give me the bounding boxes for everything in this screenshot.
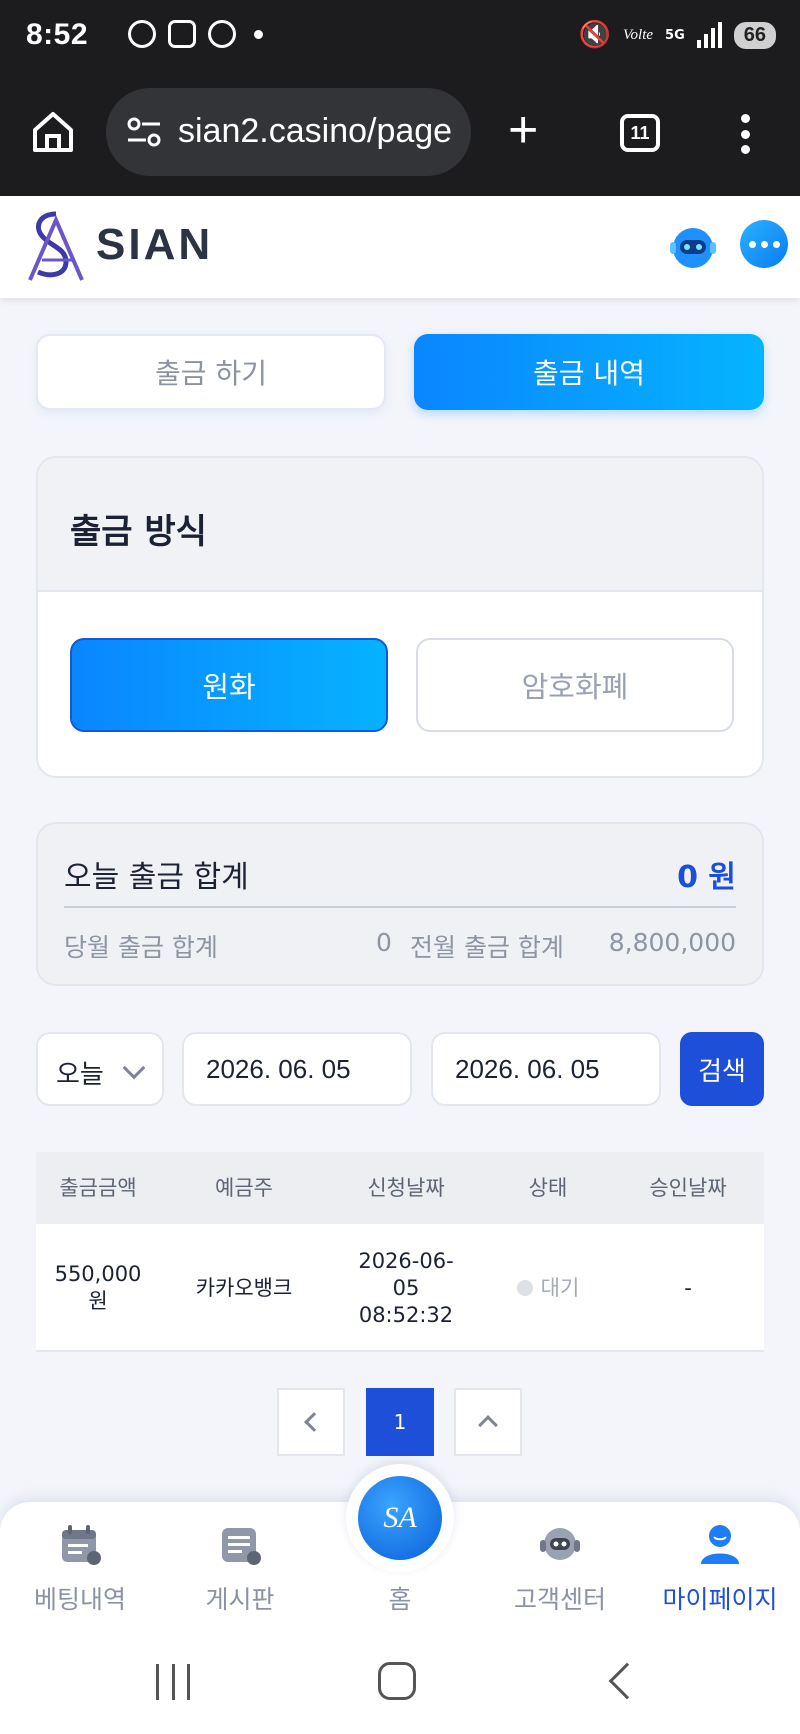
more-notifications-dot-icon [254,29,263,39]
nav-label: 베팅내역 [33,1585,126,1614]
pagination-prev-button[interactable] [277,1388,345,1456]
site-header: SIAN [0,196,800,298]
method-crypto-button[interactable]: 암호화폐 [416,638,734,732]
nav-label: 마이페이지 [662,1585,778,1614]
headset-icon [540,1528,580,1560]
table-row: 550,000 원 카카오뱅크 2026-06- 05 08:52:32 대기 … [36,1224,764,1352]
location-icon [208,20,236,48]
signal-icon [696,22,722,48]
cell-amount: 550,000 원 [54,1262,142,1313]
method-title: 출금 방식 [70,512,207,552]
home-logo-button[interactable]: SA [346,1464,454,1572]
table-header: 출금금액 예금주 신청날짜 상태 승인날짜 [36,1152,764,1224]
date-to-input[interactable]: 2026. 06. 05 [431,1032,661,1106]
method-krw-button[interactable]: 원화 [70,638,388,732]
status-dot-icon [516,1280,533,1296]
today-total-label: 오늘 출금 합계 [64,860,249,895]
today-total-value: 0 원 [677,860,736,895]
pagination-page-current[interactable]: 1 [366,1388,434,1456]
period-select[interactable]: 오늘 [36,1032,164,1106]
cell-status: 대기 [484,1224,612,1352]
tab-withdraw[interactable]: 출금 하기 [36,334,386,410]
browser-menu-icon[interactable] [740,114,750,154]
nav-mypage[interactable]: 마이페이지 [640,1502,800,1630]
site-settings-icon[interactable] [126,116,162,148]
cell-approved-date: - [684,1275,692,1300]
browser-toolbar: sian2.casino/page + 11 [0,78,800,196]
month-total-value: 0 [376,928,392,957]
recent-apps-icon[interactable] [156,1664,190,1700]
cell-holder: 카카오뱅크 [195,1275,293,1300]
tab-switcher-button[interactable]: 11 [620,114,660,152]
new-tab-button[interactable]: + [508,102,538,158]
withdraw-method-card: 출금 방식 원화 암호화폐 [36,456,764,778]
th-status: 상태 [528,1176,568,1200]
status-text: 대기 [540,1275,580,1300]
chevron-down-icon [122,1056,146,1080]
board-icon [222,1528,261,1565]
status-badge: 대기 [516,1275,580,1302]
chevron-up-icon [478,1415,498,1435]
volte-indicator: Volte [623,26,654,43]
th-requested-date: 신청날짜 [367,1176,445,1200]
date-from-input[interactable]: 2026. 06. 05 [182,1032,412,1106]
th-amount: 출금금액 [59,1176,137,1200]
url-text: sian2.casino/page [178,112,453,150]
scroll-top-button[interactable] [454,1388,522,1456]
chatbot-icon[interactable] [668,222,718,272]
cell-requested-date: 2026-06- 05 08:52:32 [358,1248,454,1327]
battery-level: 66 [733,21,776,49]
withdraw-summary: 오늘 출금 합계 0 원 당월 출금 합계 0 전월 출금 합계 8,800,0… [36,822,764,986]
period-select-value: 오늘 [56,1060,104,1090]
tab-withdraw-history[interactable]: 출금 내역 [414,334,764,410]
th-approved-date: 승인날짜 [649,1176,727,1200]
prev-month-total-label: 전월 출금 합계 [410,933,564,962]
address-bar[interactable]: sian2.casino/page [106,88,471,176]
network-type: 5G [665,27,685,43]
screenshot-icon [168,20,196,48]
nav-label: 고객센터 [513,1585,606,1614]
month-total-label: 당월 출금 합계 [64,933,218,962]
system-nav-bar [0,1630,800,1734]
system-back-icon[interactable] [608,1662,646,1700]
status-time: 8:52 [26,18,89,51]
sian-logo-icon[interactable] [22,210,90,284]
calendar-icon [62,1525,101,1565]
mute-icon: 🔇 [578,20,612,50]
status-bar: 8:52 🔇 Volte 5G 66 [0,0,800,78]
chat-bubble-icon[interactable] [740,220,788,268]
prev-month-total-value: 8,800,000 [608,928,736,957]
status-system-icons: 🔇 Volte 5G 66 [579,20,776,50]
nav-label: 홈 [388,1585,412,1614]
method-card-header: 출금 방식 [38,458,762,592]
home-icon[interactable] [30,108,76,154]
user-icon [701,1525,739,1564]
nav-board[interactable]: 게시판 [160,1502,320,1630]
chevron-left-icon [304,1412,324,1432]
nav-betting-history[interactable]: 베팅내역 [0,1502,160,1630]
system-home-icon[interactable] [378,1662,416,1700]
th-holder: 예금주 [215,1176,273,1200]
search-button[interactable]: 검색 [680,1032,764,1106]
home-logo-icon: SA [358,1476,442,1560]
summary-divider [64,906,736,908]
nav-customer-center[interactable]: 고객센터 [480,1502,640,1630]
nav-label: 게시판 [205,1585,275,1614]
fan-icon [128,20,156,48]
site-logo-text[interactable]: SIAN [96,220,213,270]
status-notification-icons [128,20,263,48]
